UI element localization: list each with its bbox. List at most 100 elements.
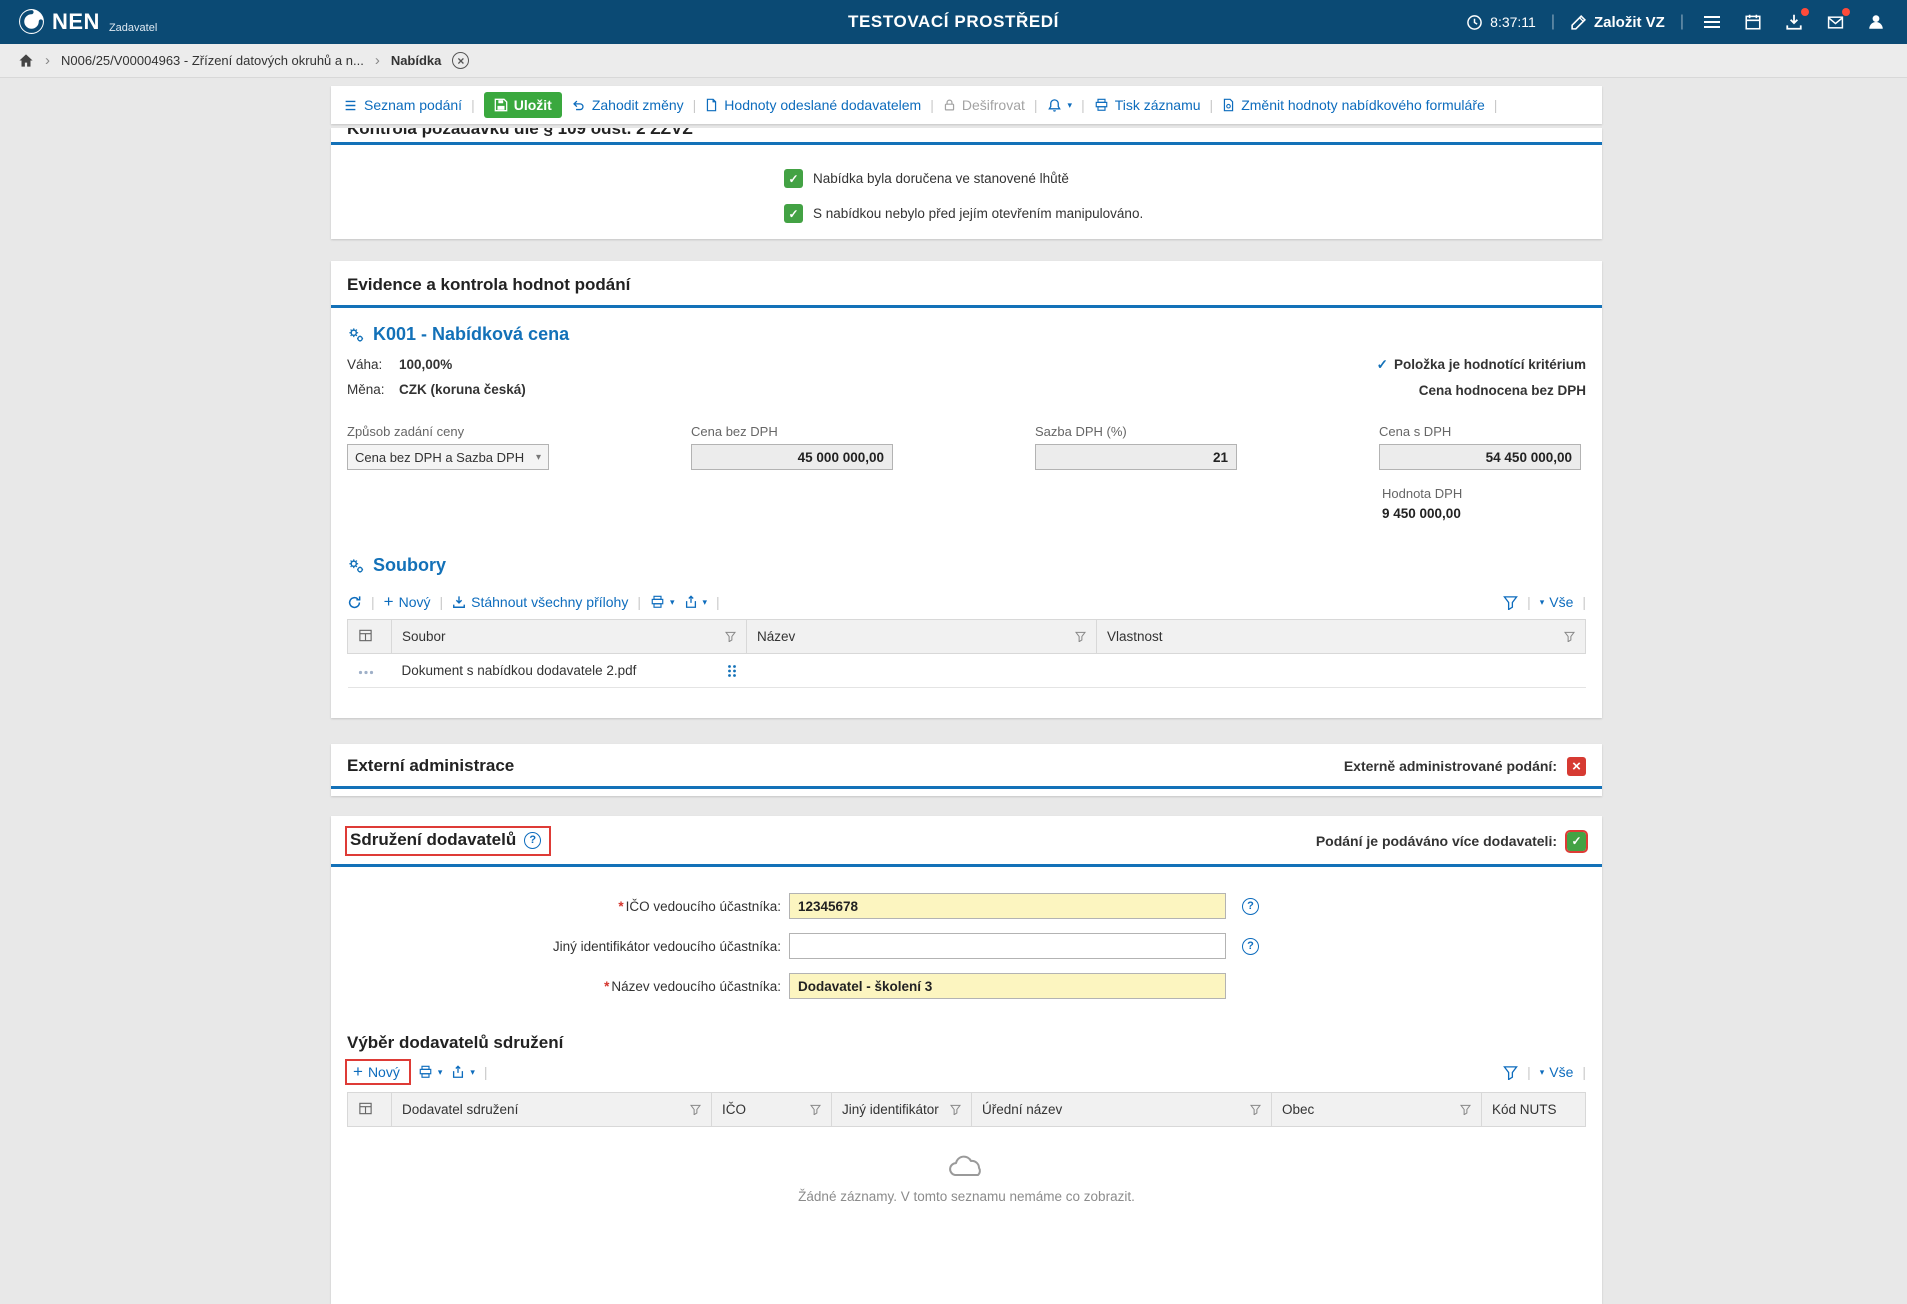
decrypt-button: Dešifrovat [943,97,1025,113]
breadcrumb-item-case[interactable]: N006/25/V00004963 - Zřízení datových okr… [61,53,364,68]
export-grid-button[interactable]: ▾ [451,1065,475,1079]
section-title-clipped: Kontrola požadavků dle § 109 odst. 2 ZZV… [347,128,1586,141]
filter-funnel-icon[interactable] [1250,1104,1261,1115]
mena-row: Měna: CZK (koruna česká) [347,382,526,397]
create-vz-button[interactable]: Založit VZ [1570,14,1665,31]
chevron-down-icon: ▾ [1068,100,1073,111]
zpusob-select[interactable]: Cena bez DPH a Sazba DPH ▾ [347,444,549,470]
grid-columns-icon [358,1101,373,1116]
new-supplier-button[interactable]: + Nový [347,1061,409,1083]
collapse-all-button[interactable]: ▾ Vše [1540,1064,1574,1080]
drag-handle-icon[interactable] [727,664,737,678]
sazba-label: Sazba DPH (%) [1035,424,1237,439]
column-settings-header[interactable] [348,1093,392,1127]
cena-bez-label: Cena bez DPH [691,424,893,439]
sazba-input[interactable] [1035,444,1237,470]
filter-funnel-icon[interactable] [1075,631,1086,642]
column-header-kod-nuts[interactable]: Kód NUTS [1482,1093,1586,1127]
seznam-podani-button[interactable]: Seznam podání [343,97,462,113]
column-header-ico[interactable]: IČO [712,1093,832,1127]
filter-funnel-icon[interactable] [725,631,736,642]
print-grid-button[interactable]: ▾ [418,1065,443,1079]
column-settings-header[interactable] [348,620,392,654]
column-header-nazev[interactable]: Název [747,620,1097,654]
action-toolbar: Seznam podání | Uložit Zahodit změny | H… [331,86,1602,124]
downloads-button[interactable] [1781,9,1807,35]
save-button[interactable]: Uložit [484,92,562,118]
column-header-vlastnost[interactable]: Vlastnost [1097,620,1586,654]
calendar-button[interactable] [1740,9,1766,35]
jiny-identifikator-input[interactable] [789,933,1226,959]
hodnota-dph-value: 9 450 000,00 [1382,506,1586,521]
nen-logo-icon [18,8,45,35]
print-grid-button[interactable]: ▾ [650,595,675,609]
print-record-button[interactable]: Tisk záznamu [1094,97,1201,113]
filter-button[interactable] [1503,595,1518,610]
help-icon[interactable]: ? [524,832,541,849]
collapse-all-button[interactable]: ▾ Vše [1540,594,1574,610]
menu-button[interactable] [1699,9,1725,35]
row-menu-icon[interactable] [358,670,374,675]
sdruzeni-flag-row: Podání je podáváno více dodavateli: ✓ [1316,832,1586,851]
column-header-uredni-nazev[interactable]: Úřední název [972,1093,1272,1127]
change-form-values-button[interactable]: Změnit hodnoty nabídkového formuláře [1222,97,1485,113]
save-icon [494,98,508,112]
printer-icon [1094,98,1109,112]
share-icon [684,595,698,609]
bell-icon [1047,98,1062,113]
section-externi: Externí administrace Externě administrov… [331,744,1602,796]
checkbox-checked-icon[interactable]: ✓ [1567,832,1586,851]
envelope-icon [1826,14,1845,31]
check-delivered-row: ✓ Nabídka byla doručena ve stanovené lhů… [784,169,1602,188]
clock-widget: 8:37:11 [1466,14,1536,31]
column-header-obec[interactable]: Obec [1272,1093,1482,1127]
section-title: Evidence a kontrola hodnot podání [331,261,1602,305]
empty-cloud-icon [944,1155,990,1179]
filter-funnel-icon[interactable] [950,1104,961,1115]
empty-state: Žádné záznamy. V tomto seznamu nemáme co… [347,1127,1586,1214]
nazev-input[interactable] [789,973,1226,999]
help-icon[interactable]: ? [1242,938,1259,955]
column-header-dodavatel[interactable]: Dodavatel sdružení [392,1093,712,1127]
download-icon [452,595,466,609]
notifications-button[interactable]: ▾ [1047,98,1073,113]
messages-button[interactable] [1822,9,1848,35]
download-all-button[interactable]: Stáhnout všechny přílohy [452,594,628,610]
refresh-button[interactable] [347,595,362,610]
filter-funnel-icon[interactable] [810,1104,821,1115]
close-tab-icon[interactable]: × [452,52,469,69]
home-icon[interactable] [18,53,34,68]
filter-button[interactable] [1503,1065,1518,1080]
soubory-title-row: Soubory [347,555,1586,576]
list-icon [343,99,358,112]
discard-changes-button[interactable]: Zahodit změny [571,97,684,113]
file-name: Dokument s nabídkou dodavatele 2.pdf [402,663,637,678]
ico-input[interactable] [789,893,1226,919]
vyber-title: Výběr dodavatelů sdružení [347,1033,1586,1053]
profile-button[interactable] [1863,9,1889,35]
supplier-values-button[interactable]: Hodnoty odeslané dodavatelem [705,97,921,113]
export-grid-button[interactable]: ▾ [684,595,708,609]
cena-bez-input[interactable] [691,444,893,470]
sdruzeni-title-highlight: Sdružení dodavatelů ? [347,828,549,854]
chevron-down-icon: ▾ [1540,1067,1545,1078]
checkbox-unchecked-icon[interactable]: × [1567,757,1586,776]
filter-funnel-icon[interactable] [1564,631,1575,642]
chevron-right-icon: › [375,52,380,69]
new-file-button[interactable]: + Nový [384,594,431,610]
ico-row: *IČO vedoucího účastníka: ? [331,893,1602,919]
filter-funnel-icon[interactable] [690,1104,701,1115]
breadcrumb-item-current: Nabídka [391,53,442,68]
cena-s-input[interactable] [1379,444,1581,470]
section-rule [331,786,1602,789]
filter-funnel-icon[interactable] [1460,1104,1471,1115]
help-icon[interactable]: ? [1242,898,1259,915]
column-header-soubor[interactable]: Soubor [392,620,747,654]
table-row: Dokument s nabídkou dodavatele 2.pdf [348,654,1586,688]
person-icon [1867,13,1885,31]
hamburger-icon [1703,15,1721,29]
nen-logo[interactable]: NEN Zadavatel [18,8,157,36]
create-vz-label: Založit VZ [1594,14,1665,31]
vyber-table: Dodavatel sdružení IČO Jiný identifikáto… [347,1092,1586,1127]
column-header-jiny-identifikator[interactable]: Jiný identifikátor [832,1093,972,1127]
